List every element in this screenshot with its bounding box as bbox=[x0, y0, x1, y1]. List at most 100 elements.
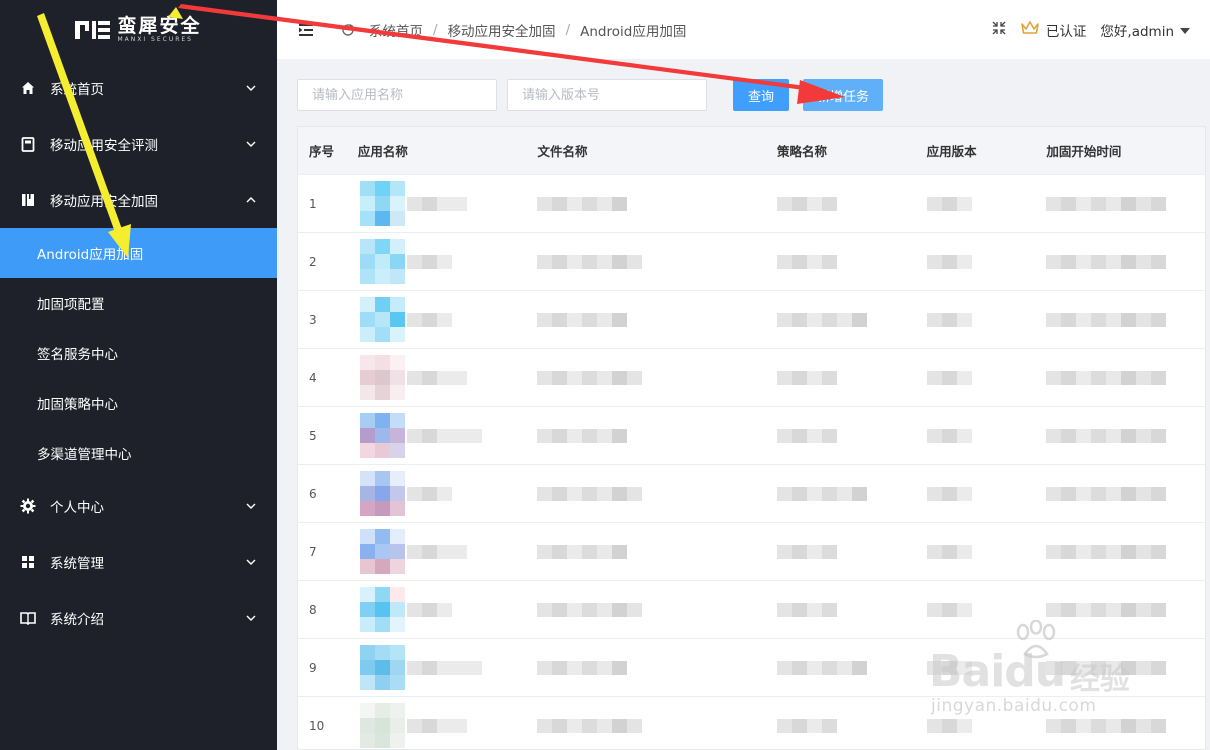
breadcrumb-hardening[interactable]: 移动应用安全加固 bbox=[448, 20, 556, 40]
sidebar-subitem-channel-center[interactable]: 多渠道管理中心 bbox=[0, 428, 277, 478]
sidebar: 蛮犀安全 MANXI SECURES 系统首页 移动应用安全评测 移动应用安全加… bbox=[0, 0, 277, 750]
row-index: 4 bbox=[309, 370, 317, 385]
blurred-text bbox=[537, 602, 643, 617]
blurred-text bbox=[1046, 544, 1167, 559]
blurred-text bbox=[537, 718, 643, 733]
cell-index: 10 bbox=[298, 697, 358, 749]
cell-start-time bbox=[1046, 233, 1205, 290]
cell-app-version bbox=[926, 349, 1047, 406]
cell-app-version bbox=[926, 407, 1047, 464]
blurred-text bbox=[926, 370, 972, 385]
cell-index: 4 bbox=[298, 349, 358, 406]
blurred-text bbox=[1046, 254, 1167, 269]
query-button[interactable]: 查询 bbox=[733, 79, 789, 111]
table-row[interactable]: 2 bbox=[298, 233, 1205, 291]
sidebar-subitem-hardening-config[interactable]: 加固项配置 bbox=[0, 278, 277, 328]
breadcrumb-current: Android应用加固 bbox=[580, 23, 687, 40]
blurred-text bbox=[537, 312, 628, 327]
blurred-text bbox=[926, 602, 972, 617]
collapse-menu-icon[interactable] bbox=[299, 23, 313, 36]
blurred-text bbox=[406, 602, 452, 617]
sidebar-item-intro[interactable]: 系统介绍 bbox=[0, 590, 277, 646]
app-name-input[interactable] bbox=[297, 79, 497, 111]
sidebar-item-assessment[interactable]: 移动应用安全评测 bbox=[0, 116, 277, 172]
cell-policy-name bbox=[776, 697, 927, 749]
user-greeting: 您好,admin bbox=[1100, 24, 1174, 40]
sidebar-subitem-signing-center[interactable]: 签名服务中心 bbox=[0, 328, 277, 378]
chevron-down-icon bbox=[245, 556, 257, 568]
sidebar-item-label: 移动应用安全评测 bbox=[50, 138, 158, 154]
cell-file-name bbox=[537, 349, 776, 406]
sidebar-item-personal[interactable]: 个人中心 bbox=[0, 478, 277, 534]
sidebar-item-label: 个人中心 bbox=[50, 500, 104, 516]
cell-policy-name bbox=[776, 175, 927, 232]
app-icon bbox=[359, 181, 405, 226]
user-menu[interactable]: 您好,admin bbox=[1100, 20, 1190, 40]
caret-down-icon bbox=[1180, 22, 1190, 38]
cell-file-name bbox=[537, 465, 776, 522]
row-index: 7 bbox=[309, 544, 317, 559]
fullscreen-exit-icon[interactable] bbox=[992, 21, 1006, 39]
table-row[interactable]: 7 bbox=[298, 523, 1205, 581]
new-task-button[interactable]: 新增任务 bbox=[803, 79, 883, 111]
cell-policy-name bbox=[776, 407, 927, 464]
cell-app-name bbox=[358, 581, 538, 638]
crown-icon bbox=[1020, 20, 1040, 40]
row-index: 9 bbox=[309, 660, 317, 675]
open-book-icon bbox=[20, 610, 36, 626]
app-icon bbox=[359, 587, 405, 632]
sidebar-item-label: 系统管理 bbox=[50, 556, 104, 572]
grid-icon bbox=[20, 554, 36, 570]
row-index: 8 bbox=[309, 602, 317, 617]
cell-app-name bbox=[358, 291, 538, 348]
cell-policy-name bbox=[776, 291, 927, 348]
blurred-text bbox=[537, 254, 643, 269]
cell-app-name bbox=[358, 175, 538, 232]
cell-policy-name bbox=[776, 465, 927, 522]
sidebar-item-hardening[interactable]: 移动应用安全加固 bbox=[0, 172, 277, 228]
cell-app-name bbox=[358, 349, 538, 406]
cell-index: 5 bbox=[298, 407, 358, 464]
sidebar-item-system[interactable]: 系统管理 bbox=[0, 534, 277, 590]
chevron-down-icon bbox=[245, 500, 257, 512]
breadcrumb-separator: / bbox=[433, 21, 438, 38]
app-icon bbox=[359, 413, 405, 458]
logo[interactable]: 蛮犀安全 MANXI SECURES bbox=[0, 0, 277, 60]
cell-file-name bbox=[537, 523, 776, 580]
table-row[interactable]: 5 bbox=[298, 407, 1205, 465]
watermark-url: jingyan.baidu.com bbox=[931, 696, 1097, 716]
sidebar-subitem-policy-center[interactable]: 加固策略中心 bbox=[0, 378, 277, 428]
blurred-text bbox=[406, 312, 452, 327]
refresh-icon[interactable] bbox=[341, 23, 355, 37]
column-header-file-name: 文件名称 bbox=[537, 144, 588, 159]
table-row[interactable]: 1 bbox=[298, 175, 1205, 233]
cell-start-time bbox=[1046, 349, 1205, 406]
cell-index: 9 bbox=[298, 639, 358, 696]
cell-file-name bbox=[537, 175, 776, 232]
blurred-text bbox=[776, 486, 867, 501]
watermark-cn: 经验 bbox=[1070, 662, 1130, 697]
chevron-down-icon bbox=[245, 138, 257, 150]
blurred-text bbox=[537, 370, 643, 385]
sidebar-subitem-android-hardening[interactable]: Android应用加固 bbox=[0, 228, 277, 278]
blurred-text bbox=[406, 660, 482, 675]
table-row[interactable]: 4 bbox=[298, 349, 1205, 407]
app-icon bbox=[359, 529, 405, 574]
cell-app-version bbox=[926, 291, 1047, 348]
blurred-text bbox=[1046, 428, 1167, 443]
blurred-text bbox=[926, 544, 972, 559]
blurred-text bbox=[1046, 370, 1167, 385]
blurred-text bbox=[537, 428, 628, 443]
version-input[interactable] bbox=[507, 79, 707, 111]
column-header-app-version: 应用版本 bbox=[926, 144, 977, 159]
gear-icon bbox=[20, 498, 36, 514]
sidebar-item-home[interactable]: 系统首页 bbox=[0, 60, 277, 116]
cell-app-version bbox=[926, 465, 1047, 522]
cell-policy-name bbox=[776, 233, 927, 290]
cell-index: 8 bbox=[298, 581, 358, 638]
table-row[interactable]: 3 bbox=[298, 291, 1205, 349]
table-row[interactable]: 6 bbox=[298, 465, 1205, 523]
cell-start-time bbox=[1046, 523, 1205, 580]
breadcrumb-home[interactable]: 系统首页 bbox=[369, 20, 423, 40]
cell-file-name bbox=[537, 581, 776, 638]
